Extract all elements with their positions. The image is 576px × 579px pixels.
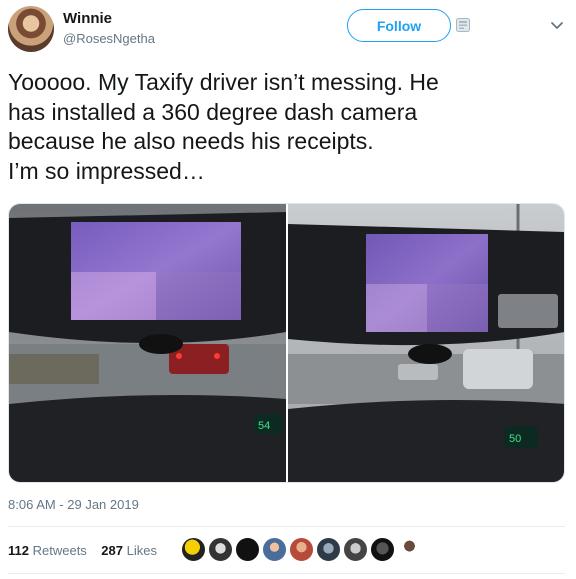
author-handle[interactable]: @RosesNgetha <box>63 31 155 46</box>
retweets-count: 112 <box>8 543 29 558</box>
retweets-link[interactable]: 112 Retweets <box>8 543 87 558</box>
liker-avatar[interactable] <box>316 537 341 562</box>
liker-avatar[interactable] <box>235 537 260 562</box>
likes-count: 287 <box>101 543 123 558</box>
liker-avatar[interactable] <box>289 537 314 562</box>
avatar[interactable] <box>8 6 54 52</box>
dashcam-photo-left[interactable]: 54 <box>9 204 286 482</box>
dashcam-photo-left-image: 54 <box>9 204 286 482</box>
tweet-timestamp[interactable]: 8:06 AM - 29 Jan 2019 <box>8 497 139 512</box>
liker-avatar[interactable] <box>370 537 395 562</box>
liker-avatar[interactable] <box>343 537 368 562</box>
tweet-stats: 112 Retweets 287 Likes <box>8 543 157 558</box>
tweet-text: Yooooo. My Taxify driver isn’t messing. … <box>8 69 439 184</box>
tweet-media[interactable]: 54 50 <box>8 203 565 483</box>
speed-readout-right: 50 <box>509 433 521 445</box>
liker-avatar[interactable] <box>397 537 422 562</box>
dashcam-photo-right-image: 50 <box>288 204 564 482</box>
dashcam-photo-right[interactable]: 50 <box>288 204 564 482</box>
tweet-header: Winnie @RosesNgetha Follow <box>0 0 576 60</box>
likes-label: Likes <box>126 543 157 558</box>
liker-avatar[interactable] <box>262 537 287 562</box>
likes-link[interactable]: 287 Likes <box>101 543 157 558</box>
follow-button[interactable]: Follow <box>347 9 451 42</box>
tweetdeck-icon[interactable] <box>456 18 470 32</box>
speed-readout-left: 54 <box>258 420 270 432</box>
retweets-label: Retweets <box>32 543 87 558</box>
liker-avatar[interactable] <box>181 537 206 562</box>
divider <box>8 526 565 527</box>
author-display-name[interactable]: Winnie <box>63 10 112 27</box>
chevron-down-icon[interactable] <box>550 21 564 31</box>
divider <box>8 573 565 574</box>
liker-avatar[interactable] <box>208 537 233 562</box>
